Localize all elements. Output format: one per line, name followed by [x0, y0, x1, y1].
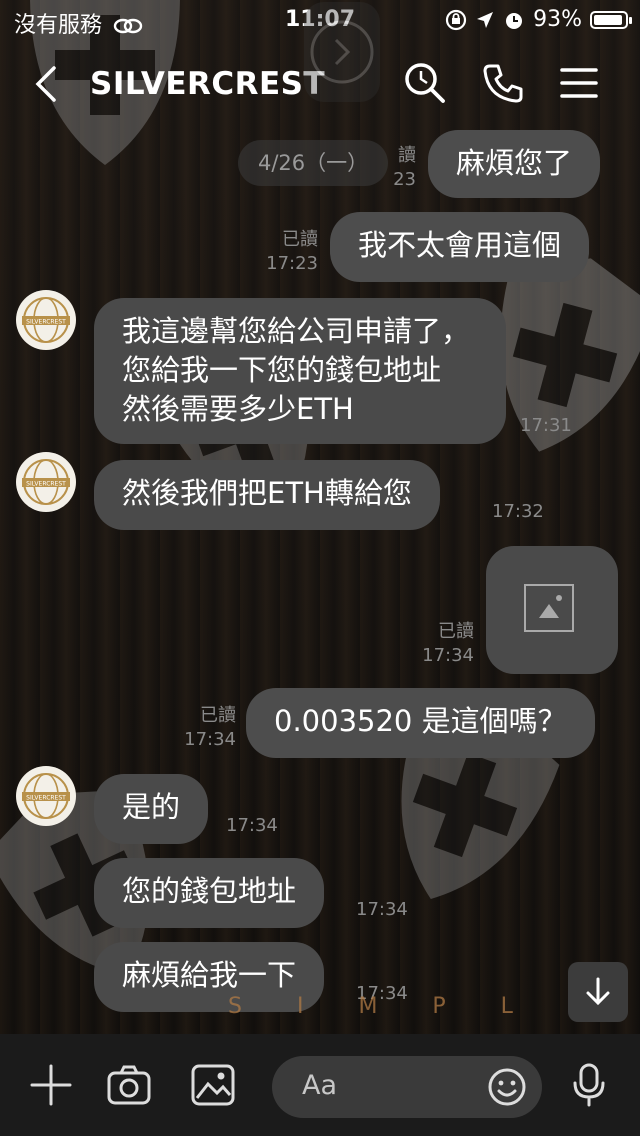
message-text: 是的 — [122, 790, 181, 824]
forward-arrow-icon — [304, 2, 380, 102]
message-text: 您的錢包地址 — [122, 874, 297, 908]
rotation-lock-icon — [445, 9, 467, 30]
chat-title[interactable]: SILVERCREST — [90, 66, 325, 102]
message-text: 麻煩您了 — [456, 146, 573, 180]
message-text: 我不太會用這個 — [358, 228, 562, 262]
emoji-icon[interactable] — [486, 1066, 528, 1108]
location-arrow-icon — [477, 11, 494, 28]
chevron-left-icon[interactable] — [28, 62, 68, 106]
message-bubble-received[interactable]: 然後我們把ETH轉給您 — [94, 460, 440, 530]
camera-icon[interactable] — [106, 1062, 152, 1108]
microphone-icon[interactable] — [566, 1062, 612, 1108]
message-input-bar: Aa — [0, 1034, 640, 1136]
image-icon[interactable] — [190, 1062, 236, 1108]
status-icons: 93% — [445, 7, 632, 32]
plus-icon[interactable] — [28, 1062, 74, 1108]
message-input-placeholder: Aa — [302, 1070, 338, 1101]
message-text: 0.003520 是這個嗎？ — [274, 704, 567, 738]
image-placeholder-icon — [524, 584, 574, 632]
message-bubble-sent[interactable]: 我不太會用這個 — [330, 212, 590, 282]
message-time: 17:32 — [492, 501, 544, 522]
svg-text:SILVERCREST: SILVERCREST — [26, 481, 66, 488]
message-text: 我這邊幫您給公司申請了，您給我一下您的錢包地址 然後需要多少ETH — [122, 314, 471, 426]
message-text: 麻煩給我一下 — [122, 958, 297, 992]
message-bubble-received[interactable]: 我這邊幫您給公司申請了，您給我一下您的錢包地址 然後需要多少ETH — [94, 298, 506, 444]
image-message[interactable] — [486, 546, 618, 674]
message-time: 17:34 — [226, 815, 278, 836]
date-separator: 4/26（一） — [238, 140, 389, 186]
read-receipt: 已讀 17:34 — [422, 621, 474, 666]
scroll-to-bottom-button[interactable] — [568, 962, 628, 1022]
battery-icon — [590, 10, 632, 29]
message-bubble-received[interactable]: 是的 — [94, 774, 209, 844]
phone-icon[interactable] — [480, 60, 526, 106]
read-receipt: 已讀 17:23 — [266, 229, 318, 274]
message-bubble-received[interactable]: 您的錢包地址 — [94, 858, 325, 928]
read-receipt: 讀 23 — [393, 145, 416, 190]
svg-text:SILVERCREST: SILVERCREST — [26, 795, 66, 802]
read-receipt: 已讀 17:34 — [184, 705, 236, 750]
search-icon[interactable] — [402, 60, 448, 106]
battery-fill — [594, 14, 622, 25]
message-time: 17:34 — [356, 899, 408, 920]
message-time: 17:31 — [520, 415, 572, 436]
avatar[interactable]: SILVERCREST — [16, 452, 76, 512]
battery-percent: 93% — [533, 7, 582, 32]
message-bubble-sent[interactable]: 麻煩您了 — [428, 130, 601, 198]
svg-text:SILVERCREST: SILVERCREST — [26, 319, 66, 326]
watermark-text: S I M P L E — [228, 994, 606, 1019]
alarm-icon — [506, 12, 523, 29]
arrow-down-icon — [586, 977, 610, 1006]
hamburger-menu-icon[interactable] — [558, 60, 604, 106]
avatar[interactable]: SILVERCREST — [16, 766, 76, 826]
message-bubble-sent[interactable]: 0.003520 是這個嗎？ — [246, 688, 595, 758]
avatar[interactable]: SILVERCREST — [16, 290, 76, 350]
message-text: 然後我們把ETH轉給您 — [122, 476, 412, 510]
message-input[interactable]: Aa — [272, 1056, 542, 1118]
